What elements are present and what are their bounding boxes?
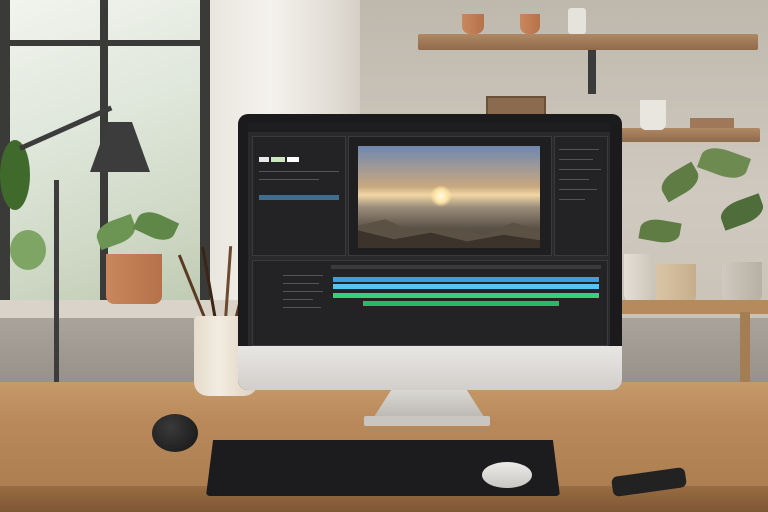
photo-scene xyxy=(0,0,768,512)
track-label xyxy=(283,307,321,308)
shelf-bracket xyxy=(588,50,596,94)
effects-panel[interactable] xyxy=(554,136,608,256)
apple-logo-icon xyxy=(411,358,425,374)
panel-selected-row xyxy=(259,195,339,200)
timeline-clip-audio[interactable] xyxy=(363,301,559,306)
monitor-screen xyxy=(248,122,610,346)
shelf-pot xyxy=(520,14,540,34)
lamp-pole xyxy=(54,180,59,410)
plant-pot xyxy=(106,254,162,304)
panel-line xyxy=(559,149,599,150)
shelf-jar xyxy=(568,8,586,34)
mouse[interactable] xyxy=(482,462,532,488)
panel-line xyxy=(259,171,339,172)
plant-leaf xyxy=(10,230,46,270)
panel-line xyxy=(559,179,589,180)
monitor-stand-base xyxy=(364,416,490,426)
project-panel[interactable] xyxy=(252,136,346,256)
middle-shelf xyxy=(600,128,760,142)
track-label xyxy=(283,299,313,300)
plant-pot xyxy=(624,254,654,302)
window-frame-horizontal xyxy=(0,40,210,46)
timeline-panel[interactable] xyxy=(252,260,608,346)
upper-shelf xyxy=(418,34,758,50)
timeline-clip-video[interactable] xyxy=(333,284,599,289)
app-menubar xyxy=(248,122,610,132)
plant-leaf xyxy=(0,140,30,210)
panel-thumb xyxy=(271,157,285,162)
track-label xyxy=(283,291,323,292)
plant-pot xyxy=(656,264,696,304)
timeline-clip-video[interactable] xyxy=(333,277,599,282)
timeline-ruler xyxy=(331,265,601,269)
panel-line xyxy=(559,159,593,160)
timeline-clip-audio[interactable] xyxy=(333,293,599,298)
panel-thumb xyxy=(259,157,269,162)
shelf-pot xyxy=(462,14,484,34)
panel-line xyxy=(559,199,585,200)
decorative-stone xyxy=(152,414,198,452)
plant-pot xyxy=(722,262,762,302)
track-label xyxy=(283,283,319,284)
panel-thumb xyxy=(287,157,299,162)
panel-line xyxy=(559,169,601,170)
panel-line xyxy=(559,189,597,190)
shelf-pot xyxy=(640,100,666,130)
monitor-chin xyxy=(238,346,622,390)
track-label xyxy=(283,275,323,276)
sun-glow xyxy=(430,185,452,207)
shelf-box xyxy=(690,118,734,128)
panel-line xyxy=(259,179,319,180)
